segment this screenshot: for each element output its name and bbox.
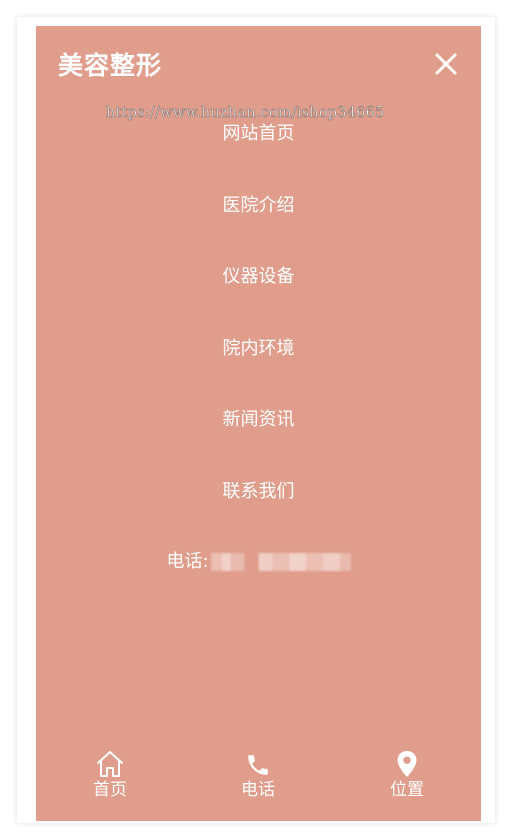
menu-item-contact-us[interactable]: 联系我们 <box>36 478 481 550</box>
phone-row[interactable]: 电话: <box>36 548 481 576</box>
bottom-nav-home[interactable]: 首页 <box>50 748 170 802</box>
location-pin-icon <box>397 751 417 777</box>
phone-label: 电话: <box>166 551 209 572</box>
menu-item-home[interactable]: 网站首页 <box>36 120 481 192</box>
bottom-nav-home-label: 首页 <box>93 780 127 800</box>
bottom-nav-phone[interactable]: 电话 <box>198 748 318 802</box>
nav-menu: 网站首页 医院介绍 仪器设备 院内环境 新闻资讯 联系我们 <box>36 120 481 549</box>
menu-item-hospital-intro[interactable]: 医院介绍 <box>36 192 481 264</box>
home-icon <box>97 751 123 777</box>
watermark-url: https://www.huzhan.com/ishop34665 <box>106 105 385 122</box>
menu-item-equipment[interactable]: 仪器设备 <box>36 263 481 335</box>
close-menu-button[interactable] <box>434 52 458 76</box>
menu-item-news[interactable]: 新闻资讯 <box>36 406 481 478</box>
phone-number-blurred <box>210 553 351 571</box>
phone-icon <box>248 755 268 775</box>
mobile-menu-panel: 美容整形 https://www.huzhan.com/ishop34665 网… <box>36 26 481 821</box>
bottom-nav-location[interactable]: 位置 <box>347 748 467 802</box>
menu-item-environment[interactable]: 院内环境 <box>36 335 481 407</box>
close-icon <box>435 53 457 75</box>
bottom-nav-location-label: 位置 <box>390 780 424 800</box>
bottom-nav: 首页 电话 位置 <box>36 748 481 808</box>
site-logo[interactable]: 美容整形 <box>58 46 162 82</box>
bottom-nav-phone-label: 电话 <box>241 780 275 800</box>
